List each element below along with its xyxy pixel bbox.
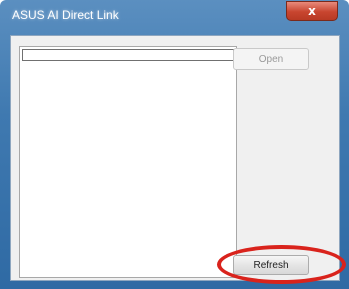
window-title: ASUS AI Direct Link xyxy=(12,8,119,22)
list-entry-field[interactable] xyxy=(22,49,234,61)
close-button[interactable]: x xyxy=(286,1,338,21)
dialog-body: Open Refresh xyxy=(10,35,340,281)
device-list[interactable] xyxy=(19,46,237,278)
close-icon: x xyxy=(308,4,316,18)
highlight-annotation xyxy=(217,245,346,284)
open-button[interactable]: Open xyxy=(233,48,309,70)
